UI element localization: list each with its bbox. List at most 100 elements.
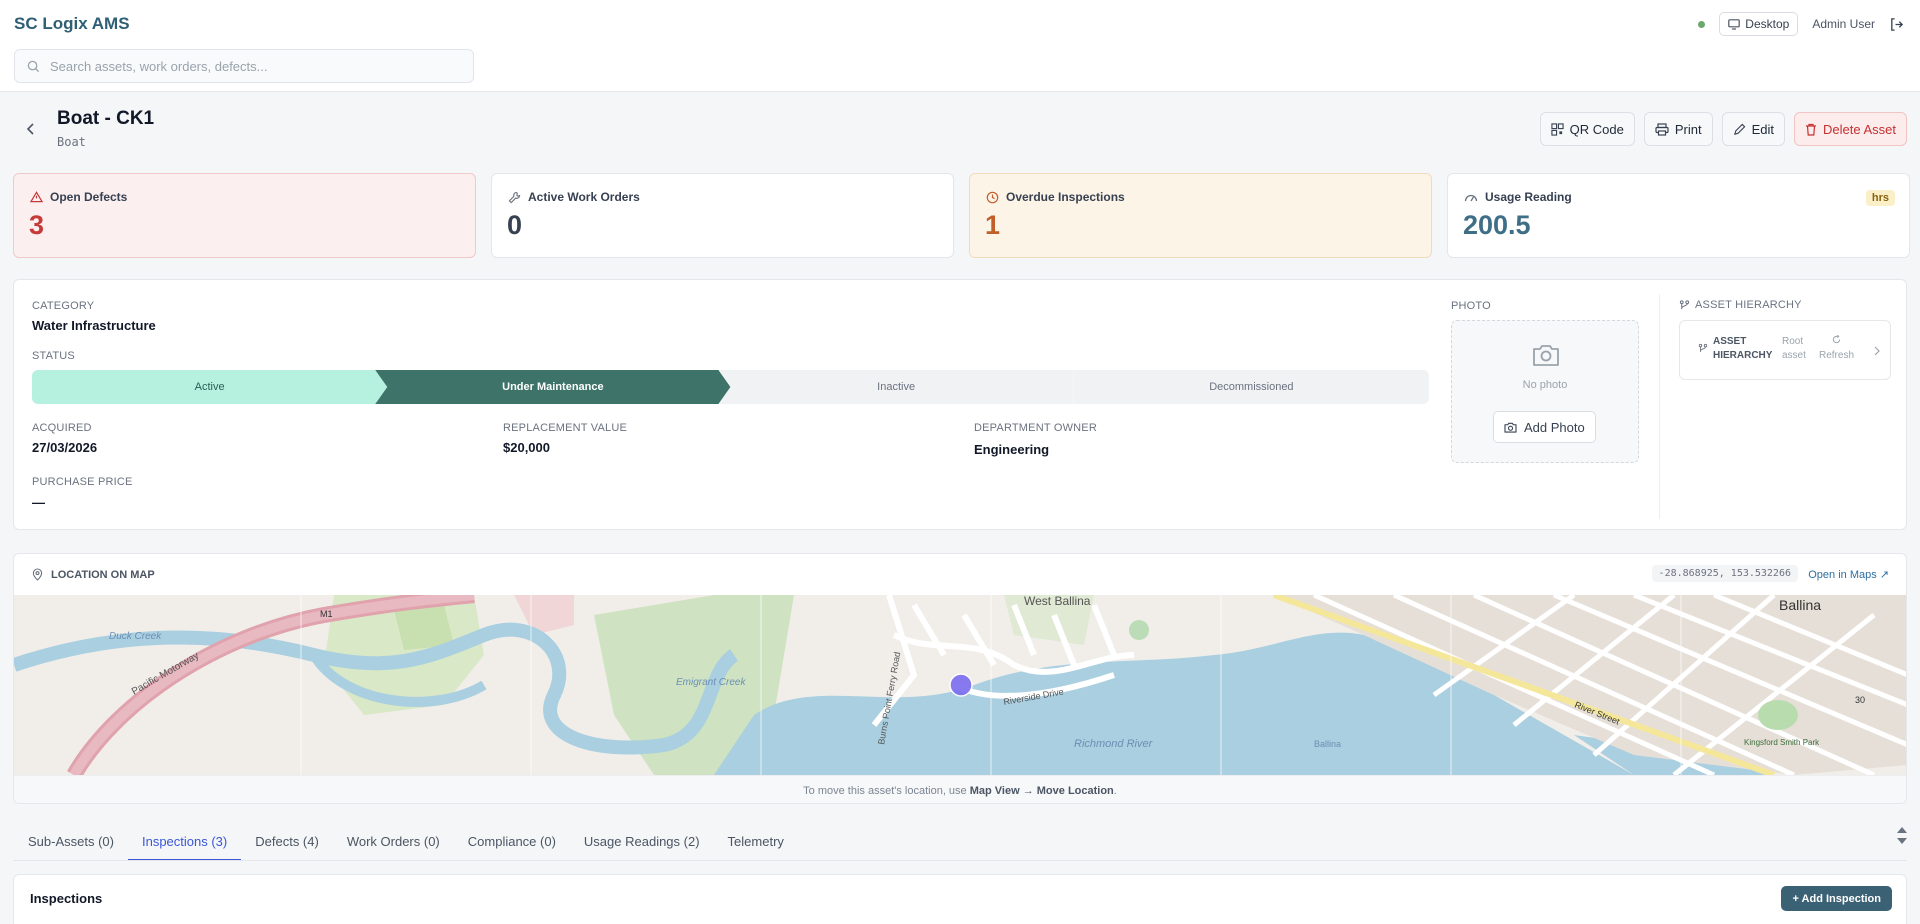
asset-location-marker[interactable] <box>949 673 973 697</box>
hierarchy-title-line-1: ASSET <box>1713 336 1747 347</box>
usage-unit-badge: hrs <box>1865 190 1895 206</box>
scroll-down-icon[interactable] <box>1896 837 1908 845</box>
purchase-price-value: — <box>32 495 45 510</box>
status-stage-active[interactable]: Active <box>32 370 387 404</box>
back-button[interactable] <box>22 120 40 138</box>
search-icon <box>27 60 40 72</box>
trash-icon <box>1806 123 1816 136</box>
active-work-orders-label: Active Work Orders <box>528 190 640 204</box>
chevron-right-icon[interactable] <box>1874 346 1880 356</box>
open-defects-label: Open Defects <box>50 190 128 204</box>
search-input[interactable] <box>50 58 450 74</box>
camera-small-icon <box>1504 422 1517 433</box>
status-stage-under-maintenance[interactable]: Under Maintenance <box>375 370 730 404</box>
map-roundabout-park <box>1129 620 1149 640</box>
pencil-icon <box>1733 123 1745 135</box>
category-value: Water Infrastructure <box>32 318 156 333</box>
device-toggle-button[interactable]: Desktop <box>1719 12 1799 36</box>
user-name: Admin User <box>1812 17 1875 31</box>
asset-hierarchy-label: ASSET HIERARCHY <box>1695 299 1802 311</box>
map-title: LOCATION ON MAP <box>51 568 155 581</box>
category-label: CATEGORY <box>32 300 95 312</box>
no-photo-text: No photo <box>1522 379 1568 391</box>
status-stage-inactive[interactable]: Inactive <box>718 370 1074 404</box>
connection-status-dot <box>1698 20 1706 28</box>
tab-telemetry[interactable]: Telemetry <box>714 823 798 861</box>
department-owner-value: Engineering <box>974 442 1050 457</box>
clock-icon <box>986 191 999 203</box>
qr-code-button[interactable]: QR Code <box>1539 112 1635 146</box>
print-label: Print <box>1674 121 1702 137</box>
search-box[interactable] <box>14 49 474 83</box>
add-photo-label: Add Photo <box>1524 419 1585 435</box>
replacement-value: $20,000 <box>503 440 550 455</box>
scroll-controls <box>1896 826 1908 845</box>
hierarchy-title-line-2: HIERARCHY <box>1713 350 1773 361</box>
asset-hierarchy-heading: ASSET HIERARCHY <box>1679 299 1802 311</box>
map-label-richmond-river: Richmond River <box>1074 738 1154 750</box>
map-header: LOCATION ON MAP -28.868925, 153.532266 O… <box>14 554 1906 595</box>
top-right-controls: Desktop Admin User <box>1698 12 1904 36</box>
map-label-m1: M1 <box>320 609 333 619</box>
edit-label: Edit <box>1751 121 1774 137</box>
status-label: STATUS <box>32 350 75 362</box>
hierarchy-refresh-button[interactable]: Refresh <box>1819 334 1855 363</box>
device-toggle-label: Desktop <box>1745 17 1790 31</box>
overdue-inspections-label-row: Overdue Inspections <box>986 190 1125 204</box>
printer-icon <box>1655 122 1669 136</box>
tab-defects[interactable]: Defects (4) <box>241 823 333 861</box>
scroll-up-icon[interactable] <box>1896 826 1908 834</box>
usage-reading-value: 200.5 <box>1463 210 1531 240</box>
chevron-left-icon <box>26 123 34 135</box>
department-owner-label: DEPARTMENT OWNER <box>974 422 1097 434</box>
photo-dropzone[interactable]: No photo Add Photo <box>1451 320 1639 463</box>
tab-divider <box>13 860 1907 861</box>
open-defects-card[interactable]: Open Defects 3 <box>13 173 476 258</box>
location-map[interactable]: Duck Creek Pacific Motorway M1 Emigrant … <box>14 595 1907 775</box>
map-kingsford-park <box>1758 700 1798 730</box>
map-hint-text: To move this asset's location, use <box>803 785 970 797</box>
inspections-panel: Inspections + Add Inspection <box>13 874 1907 924</box>
status-stage-decommissioned[interactable]: Decommissioned <box>1073 370 1429 404</box>
open-defects-value: 3 <box>29 210 45 240</box>
tab-sub-assets[interactable]: Sub-Assets (0) <box>14 823 128 861</box>
usage-reading-label: Usage Reading <box>1485 190 1572 204</box>
tab-compliance[interactable]: Compliance (0) <box>454 823 570 861</box>
asset-hierarchy-card[interactable]: ASSET HIERARCHY Root asset Refresh <box>1679 320 1891 380</box>
active-work-orders-card[interactable]: Active Work Orders 0 <box>491 173 954 258</box>
tab-usage-readings[interactable]: Usage Readings (2) <box>570 823 714 861</box>
refresh-label: Refresh <box>1819 350 1855 361</box>
delete-asset-button[interactable]: Delete Asset <box>1794 112 1907 146</box>
location-map-panel: LOCATION ON MAP -28.868925, 153.532266 O… <box>13 553 1907 804</box>
active-work-orders-label-row: Active Work Orders <box>508 190 640 204</box>
refresh-icon <box>1832 334 1841 344</box>
qr-code-label: QR Code <box>1569 121 1624 137</box>
map-hint-end: . <box>1113 785 1117 797</box>
print-button[interactable]: Print <box>1643 112 1713 146</box>
asset-details-panel: CATEGORY Water Infrastructure STATUS Act… <box>13 279 1907 530</box>
map-title-row: LOCATION ON MAP <box>32 568 155 581</box>
tab-work-orders[interactable]: Work Orders (0) <box>333 823 454 861</box>
logout-button[interactable] <box>1889 17 1904 32</box>
acquired-value: 27/03/2026 <box>32 440 98 455</box>
hierarchy-root-text: Root asset <box>1782 335 1806 363</box>
add-photo-button[interactable]: Add Photo <box>1493 411 1596 443</box>
map-label-emigrant-creek: Emigrant Creek <box>676 677 746 688</box>
top-bar: SC Logix AMS Desktop Admin User <box>0 0 1920 92</box>
map-label-west-ballina: West Ballina <box>1024 595 1091 608</box>
usage-reading-card[interactable]: Usage Reading 200.5 hrs <box>1447 173 1910 258</box>
hierarchy-card-title: ASSET HIERARCHY <box>1713 335 1772 363</box>
map-label-ballina: Ballina <box>1779 597 1821 613</box>
wrench-icon <box>508 191 521 203</box>
map-label-ballina-water: Ballina <box>1314 739 1341 749</box>
branch-small-icon <box>1698 343 1708 352</box>
tab-inspections[interactable]: Inspections (3) <box>127 823 242 861</box>
overdue-inspections-card[interactable]: Overdue Inspections 1 <box>969 173 1432 258</box>
app-title[interactable]: SC Logix AMS <box>14 14 130 34</box>
map-label-road-30: 30 <box>1855 695 1865 705</box>
open-in-maps-link[interactable]: Open in Maps ↗ <box>1808 568 1889 581</box>
warning-icon <box>30 191 43 203</box>
replacement-value-label: REPLACEMENT VALUE <box>503 422 628 434</box>
add-inspection-button[interactable]: + Add Inspection <box>1781 886 1892 911</box>
edit-button[interactable]: Edit <box>1721 112 1785 146</box>
